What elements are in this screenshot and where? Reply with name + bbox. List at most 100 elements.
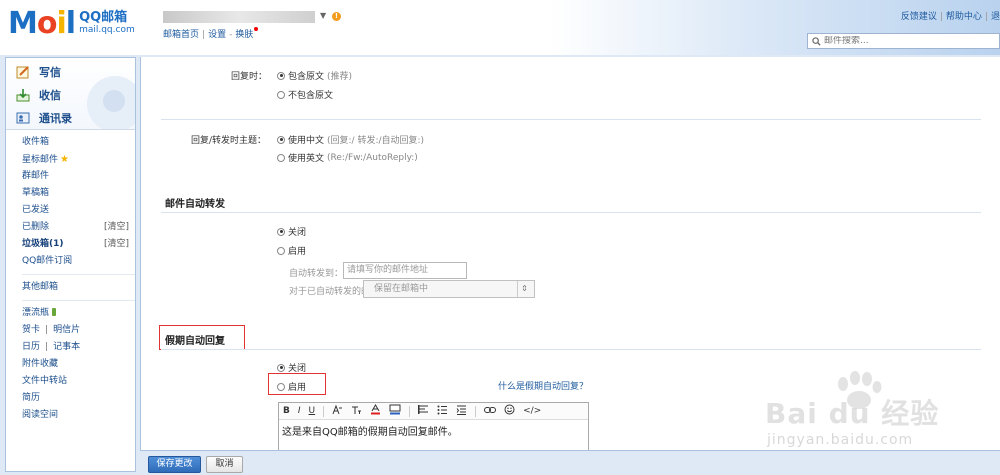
notification-dot-icon[interactable]: ! — [332, 12, 341, 21]
top-bar: Moil QQ邮箱 mail.qq.com ▼ ! 邮箱首页 | 设置 - 换肤 反馈建… — [0, 0, 1000, 55]
account-dropdown-icon[interactable]: ▼ — [320, 11, 326, 20]
reply-subject-label: 回复/转发时主题： — [191, 136, 267, 146]
folder-list: 收件箱 星标邮件 ★ 群邮件 草稿箱 已发送 已删除 [清空] 垃圾箱(1) [清空]… — [6, 130, 135, 428]
watermark-brand: Bai du 经验 — [765, 397, 940, 430]
editor-toolbar: B I U </> — [279, 403, 588, 420]
reply-exclude-original-option[interactable]: 不包含原文 — [277, 88, 333, 101]
reply-label: 回复时： — [231, 72, 268, 82]
editor-content[interactable]: 这是来自QQ邮箱的假期自动回复邮件。 — [279, 420, 588, 441]
logout-link[interactable]: 退 — [991, 12, 1000, 22]
app-file-transfer[interactable]: 文件中转站 — [22, 373, 135, 390]
select-arrows-icon: ⇕ — [517, 281, 531, 297]
radio-unchecked-icon[interactable] — [277, 382, 285, 391]
app-reading-space[interactable]: 阅读空间 — [22, 407, 135, 424]
text-color-icon[interactable] — [370, 404, 381, 418]
nav-change-skin[interactable]: 换肤 — [235, 30, 253, 40]
radio-unchecked-icon[interactable] — [277, 90, 285, 99]
folder-subscriptions[interactable]: QQ邮件订阅 — [22, 253, 135, 270]
help-center-link[interactable]: 帮助中心 — [946, 12, 982, 22]
italic-button[interactable]: I — [298, 406, 301, 416]
folder-group-mail[interactable]: 群邮件 — [22, 168, 135, 185]
radio-checked-icon[interactable] — [277, 71, 285, 80]
subject-chinese-option[interactable]: 使用中文 (回复:/ 转发:/自动回复:) — [277, 133, 424, 146]
radio-unchecked-icon[interactable] — [277, 153, 285, 162]
baidu-jingyan-watermark: Bai du 经验 jingyan.baidu.com — [765, 370, 1000, 460]
align-icon[interactable] — [418, 404, 429, 418]
toolbar-separator — [409, 405, 411, 417]
folder-spam[interactable]: 垃圾箱(1) [清空] — [22, 236, 135, 253]
auto-forward-off-option[interactable]: 关闭 — [277, 225, 306, 238]
pencil-icon — [16, 66, 29, 79]
folder-other-mailboxes[interactable]: 其他邮箱 — [22, 279, 135, 296]
app-postcard[interactable]: 明信片 — [53, 325, 80, 335]
app-drift-bottle[interactable]: 漂流瓶 — [22, 305, 135, 322]
clear-deleted-link[interactable]: [清空] — [104, 219, 129, 236]
folder-deleted[interactable]: 已删除 [清空] — [22, 219, 135, 236]
account-name-blurred[interactable] — [163, 11, 315, 23]
nav-settings[interactable]: 设置 — [208, 30, 226, 40]
folder-starred[interactable]: 星标邮件 ★ — [22, 151, 135, 168]
font-icon[interactable] — [332, 404, 343, 418]
cancel-button[interactable]: 取消 — [206, 456, 243, 473]
auto-forward-on-option[interactable]: 启用 — [277, 244, 306, 257]
vacation-on-option[interactable]: 启用 — [277, 380, 306, 393]
app-notebook[interactable]: 记事本 — [53, 342, 80, 352]
radio-checked-icon[interactable] — [277, 135, 285, 144]
clear-spam-link[interactable]: [清空] — [104, 236, 129, 253]
search-input[interactable] — [824, 36, 994, 46]
emoji-icon[interactable] — [504, 404, 515, 418]
radio-checked-icon[interactable] — [277, 363, 285, 372]
search-icon — [812, 36, 821, 46]
bold-button[interactable]: B — [283, 406, 290, 416]
forward-address-input[interactable]: 请填写你的邮件地址 — [343, 262, 467, 279]
font-size-icon[interactable] — [351, 405, 362, 418]
background-color-icon[interactable] — [389, 404, 401, 418]
folder-drafts[interactable]: 草稿箱 — [22, 185, 135, 202]
receive-button[interactable]: 收信 — [16, 87, 61, 103]
reply-include-original-option[interactable]: 包含原文 (推荐) — [277, 69, 352, 82]
contacts-button[interactable]: 通讯录 — [16, 110, 72, 126]
forwarded-mail-select[interactable]: 保留在邮箱中 ⇕ — [363, 280, 535, 298]
subject-english-option[interactable]: 使用英文 (Re:/Fw:/AutoReply:) — [277, 151, 418, 164]
vacation-reply-title: 假期自动回复 — [165, 336, 225, 347]
sidebar-actions: 写信 收信 通讯录 — [6, 58, 135, 130]
folder-group-other: 其他邮箱 — [22, 275, 135, 301]
feedback-link[interactable]: 反馈建议 — [901, 12, 937, 22]
watermark-url: jingyan.baidu.com — [767, 432, 914, 448]
qq-penguin-decoration-eye — [103, 90, 125, 112]
toolbar-separator — [475, 405, 477, 417]
qq-mail-logo[interactable]: Moil QQ邮箱 mail.qq.com — [8, 9, 135, 39]
divider — [161, 212, 981, 213]
app-attachments[interactable]: 附件收藏 — [22, 356, 135, 373]
logo-subtitle: QQ邮箱 mail.qq.com — [79, 11, 135, 37]
app-greeting-card[interactable]: 贺卡 — [22, 325, 40, 335]
divider — [161, 119, 981, 120]
new-indicator-icon — [254, 27, 259, 31]
save-changes-button[interactable]: 保存更改 — [148, 456, 201, 473]
folder-sent[interactable]: 已发送 — [22, 202, 135, 219]
compose-button[interactable]: 写信 — [16, 64, 61, 80]
divider — [161, 349, 981, 350]
vacation-help-link[interactable]: 什么是假期自动回复？ — [498, 379, 588, 392]
bullet-list-icon[interactable] — [437, 405, 448, 418]
underline-button[interactable]: U — [309, 406, 316, 416]
logo-mail-wordmark: Moil — [8, 6, 76, 41]
logo-domain: mail.qq.com — [79, 25, 135, 35]
link-icon[interactable] — [484, 406, 497, 417]
logo-name-cn: QQ邮箱 — [79, 10, 128, 25]
auto-forward-title: 邮件自动转发 — [165, 199, 225, 210]
app-calendar[interactable]: 日历 — [22, 342, 40, 352]
folder-inbox[interactable]: 收件箱 — [22, 134, 135, 151]
nav-mailbox-home[interactable]: 邮箱首页 — [163, 30, 199, 40]
radio-checked-icon[interactable] — [277, 227, 285, 236]
html-source-icon[interactable]: </> — [523, 406, 541, 416]
inbox-download-icon — [16, 89, 30, 102]
radio-unchecked-icon[interactable] — [277, 246, 285, 255]
forward-to-label: 自动转发到： — [289, 269, 344, 279]
compose-label: 写信 — [39, 66, 61, 79]
indent-icon[interactable] — [456, 405, 467, 418]
app-resume[interactable]: 简历 — [22, 390, 135, 407]
vacation-reply-editor: B I U </> 这是来自QQ邮箱的假期自动回复邮件。 — [278, 402, 589, 452]
mail-search-box[interactable] — [807, 33, 1000, 49]
contacts-label: 通讯录 — [39, 112, 72, 125]
